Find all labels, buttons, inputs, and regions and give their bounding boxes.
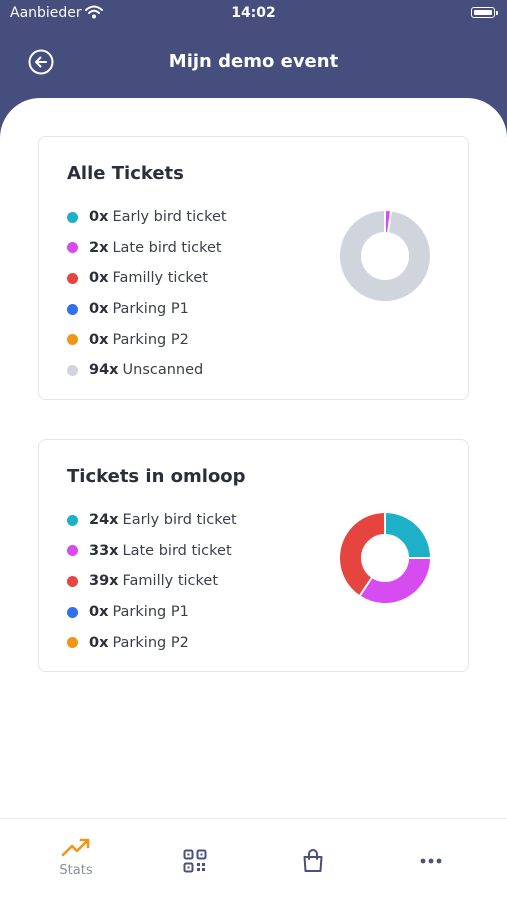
qr-code-icon <box>183 849 207 873</box>
legend-item-early-bird: 24x Early bird ticket <box>67 505 237 536</box>
legend-dot <box>67 211 78 223</box>
legend-count: 0x <box>89 270 109 287</box>
legend-item-familly: 39x Familly ticket <box>67 566 237 597</box>
tickets-in-circulation-card: Tickets in omloop 24x Early bird ticket 3… <box>38 439 469 672</box>
shopping-bag-icon <box>303 849 323 872</box>
legend-label: Familly ticket <box>112 270 208 287</box>
legend-item-unscanned: 94x Unscanned <box>67 355 227 386</box>
legend-count: 0x <box>89 331 109 348</box>
legend-count: 24x <box>89 512 119 529</box>
legend: 24x Early bird ticket 33x Late bird ticket… <box>67 505 237 658</box>
card-title: Alle Tickets <box>67 163 184 184</box>
legend-count: 0x <box>89 604 109 621</box>
legend-count: 0x <box>89 209 109 226</box>
legend-item-parking-p2: 0x Parking P2 <box>67 627 237 658</box>
legend-item-late-bird: 2x Late bird ticket <box>67 233 227 264</box>
legend-label: Parking P1 <box>112 301 189 318</box>
tab-stats[interactable]: Stats <box>36 837 116 887</box>
legend-dot <box>67 242 78 254</box>
legend-item-parking-p2: 0x Parking P2 <box>67 324 227 355</box>
legend: 0x Early bird ticket 2x Late bird ticket 0… <box>67 202 227 386</box>
legend-dot <box>67 637 78 649</box>
legend-item-parking-p1: 0x Parking P1 <box>67 294 227 325</box>
tab-label: Stats <box>59 863 93 878</box>
legend-label: Early bird ticket <box>122 512 237 529</box>
legend-count: 94x <box>89 362 119 379</box>
legend-count: 0x <box>89 634 109 651</box>
all-tickets-card: Alle Tickets 0x Early bird ticket 2x Late … <box>38 136 469 400</box>
card-title: Tickets in omloop <box>67 466 246 487</box>
legend-item-early-bird: 0x Early bird ticket <box>67 202 227 233</box>
all-tickets-donut-chart <box>340 211 430 301</box>
legend-label: Familly ticket <box>122 573 218 590</box>
legend-count: 0x <box>89 301 109 318</box>
legend-label: Parking P2 <box>112 331 189 348</box>
nav-bar: Mijn demo event <box>0 40 507 84</box>
legend-dot <box>67 272 78 284</box>
legend-label: Unscanned <box>122 362 204 379</box>
legend-dot <box>67 545 78 557</box>
legend-count: 2x <box>89 239 109 256</box>
legend-dot <box>67 364 78 376</box>
legend-item-parking-p1: 0x Parking P1 <box>67 597 237 628</box>
legend-dot <box>67 606 78 618</box>
legend-item-familly: 0x Familly ticket <box>67 263 227 294</box>
trending-up-icon <box>61 838 90 857</box>
legend-dot <box>67 334 78 346</box>
tab-scan[interactable] <box>155 837 235 887</box>
more-icon <box>420 858 442 864</box>
tab-shop[interactable] <box>273 837 353 887</box>
tab-bar: Stats <box>0 818 507 901</box>
main-content: Alle Tickets 0x Early bird ticket 2x Late … <box>0 98 507 818</box>
legend-dot <box>67 303 78 315</box>
status-bar: Aanbieder 14:02 <box>0 0 507 28</box>
tab-more[interactable] <box>391 837 471 887</box>
tickets-in-circulation-donut-chart <box>340 513 430 603</box>
legend-label: Early bird ticket <box>112 209 227 226</box>
legend-dot <box>67 575 78 587</box>
legend-label: Parking P1 <box>112 604 189 621</box>
legend-count: 39x <box>89 573 119 590</box>
legend-item-late-bird: 33x Late bird ticket <box>67 536 237 567</box>
legend-label: Late bird ticket <box>112 239 222 256</box>
battery-icon <box>471 7 498 18</box>
legend-count: 33x <box>89 542 119 559</box>
page-title: Mijn demo event <box>168 51 339 72</box>
legend-label: Parking P2 <box>112 634 189 651</box>
legend-dot <box>67 514 78 526</box>
legend-label: Late bird ticket <box>122 542 232 559</box>
status-time: 14:02 <box>231 5 276 21</box>
